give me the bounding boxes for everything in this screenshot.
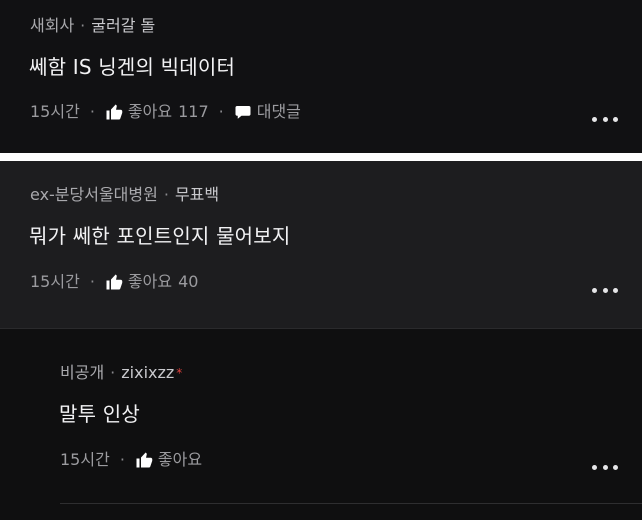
thumbs-up-icon	[105, 103, 123, 121]
thumbs-up-icon	[135, 451, 153, 469]
like-label: 좋아요	[127, 102, 173, 121]
separator: ·	[80, 16, 86, 35]
more-dots-icon[interactable]	[592, 111, 618, 127]
comment-card: ex-분당서울대병원 · 무표백 뭐가 쎄한 포인트인지 물어보지 15시간 · 좋…	[0, 161, 642, 328]
like-label: 좋아요	[157, 450, 203, 469]
divider	[60, 503, 642, 504]
author-name[interactable]: zixixzz	[121, 363, 174, 382]
like-button[interactable]: 좋아요 117	[105, 102, 209, 122]
company-name: ex-분당서울대병원	[30, 185, 158, 204]
reply-label: 대댓글	[256, 102, 301, 121]
separator: ·	[89, 272, 95, 291]
comment-meta: 새회사 · 굴러갈 돌	[30, 16, 155, 36]
comment-footer: 15시간 · 좋아요 117 · 대댓글	[30, 102, 301, 122]
author-mark: *	[176, 366, 183, 380]
separator: ·	[218, 102, 224, 121]
more-dots-icon[interactable]	[592, 459, 618, 475]
speech-bubble-icon	[234, 103, 252, 121]
separator: ·	[163, 185, 169, 204]
separator: ·	[110, 363, 116, 382]
reply-button[interactable]: 대댓글	[234, 102, 301, 122]
comment-text: 뭐가 쎄한 포인트인지 물어보지	[29, 224, 291, 248]
thumbs-up-icon	[105, 273, 123, 291]
comment-text: 쎄함 IS 닝겐의 빅데이터	[29, 55, 236, 79]
author-name[interactable]: 무표백	[175, 185, 219, 204]
like-button[interactable]: 좋아요	[135, 450, 202, 470]
comment-card: 새회사 · 굴러갈 돌 쎄함 IS 닝겐의 빅데이터 15시간 · 좋아요 117 …	[0, 0, 642, 153]
comment-footer: 15시간 · 좋아요	[60, 450, 202, 470]
like-count: 117	[178, 102, 209, 121]
more-dots-icon[interactable]	[592, 282, 618, 298]
comment-footer: 15시간 · 좋아요 40	[30, 272, 198, 292]
comment-meta: ex-분당서울대병원 · 무표백	[30, 185, 219, 205]
like-label: 좋아요	[127, 272, 173, 291]
separator: ·	[89, 102, 95, 121]
timestamp: 15시간	[30, 102, 80, 121]
like-button[interactable]: 좋아요 40	[105, 272, 199, 292]
timestamp: 15시간	[30, 272, 80, 291]
comment-meta: 비공개 · zixixzz *	[60, 363, 182, 383]
company-name: 비공개	[60, 363, 105, 382]
company-name: 새회사	[30, 16, 75, 35]
like-count: 40	[178, 272, 199, 291]
reply-card: 비공개 · zixixzz * 말투 인상 15시간 · 좋아요	[0, 328, 642, 520]
separator: ·	[119, 450, 125, 469]
comment-text: 말투 인상	[59, 402, 140, 426]
timestamp: 15시간	[60, 450, 110, 469]
author-name[interactable]: 굴러갈 돌	[91, 16, 155, 35]
